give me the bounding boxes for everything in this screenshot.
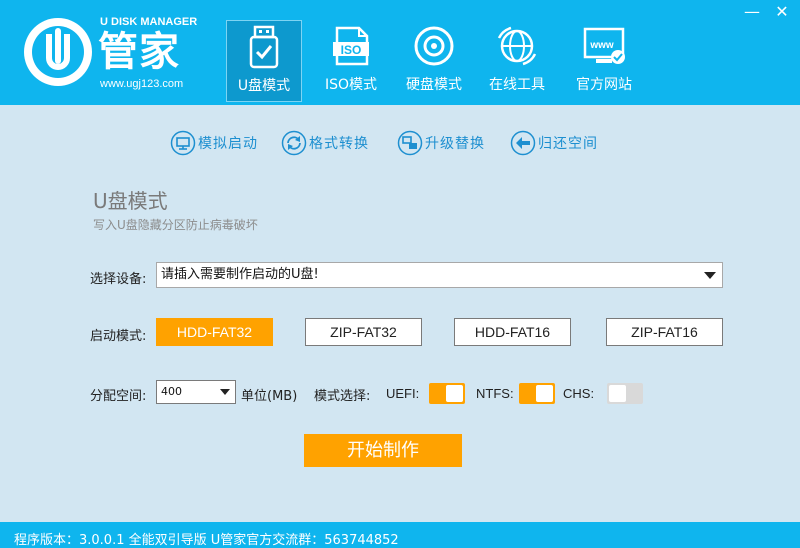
tab-label: ISO模式 — [324, 77, 378, 93]
chevron-down-icon — [704, 272, 716, 279]
brand-logo: U DISK MANAGER 管家 www.ugj123.com — [20, 14, 200, 94]
start-make-button[interactable]: 开始制作 — [304, 434, 462, 467]
svg-text:ISO: ISO — [341, 43, 362, 57]
usb-check-icon — [249, 25, 279, 69]
chevron-down-icon — [220, 389, 230, 395]
action-label: 模拟启动 — [198, 136, 258, 152]
header-bar: U DISK MANAGER 管家 www.ugj123.com U盘模式 IS… — [0, 0, 800, 105]
alloc-size-select[interactable]: 400 — [156, 380, 236, 404]
uefi-label: UEFI: — [386, 386, 420, 401]
chs-toggle[interactable] — [607, 383, 643, 404]
boot-mode-zip-fat32[interactable]: ZIP-FAT32 — [305, 318, 422, 346]
restore-space-button[interactable]: 归还空间 — [510, 128, 598, 158]
section-title: U盘模式 — [93, 189, 168, 213]
boot-mode-hdd-fat32[interactable]: HDD-FAT32 — [156, 318, 273, 346]
uefi-toggle[interactable] — [429, 383, 465, 404]
chs-label: CHS: — [563, 386, 595, 401]
upgrade-replace-button[interactable]: 升级替换 — [397, 128, 485, 158]
alloc-size-value: 400 — [161, 385, 182, 398]
close-button[interactable]: ✕ — [772, 2, 792, 22]
brand-cn-name: 管家 — [98, 29, 180, 75]
device-label: 选择设备: — [90, 272, 147, 287]
www-monitor-icon: www — [583, 27, 625, 64]
mode-select-label: 模式选择: — [314, 389, 371, 404]
tab-label: U盘模式 — [237, 78, 291, 94]
tab-label: 在线工具 — [489, 77, 545, 93]
boot-mode-label: 启动模式: — [90, 329, 147, 344]
tab-hard-disk-mode[interactable]: 硬盘模式 — [400, 20, 468, 102]
tab-online-tools[interactable]: 在线工具 — [484, 20, 550, 102]
brand-url: www.ugj123.com — [100, 78, 184, 90]
device-select-value: 请插入需要制作启动的U盘! — [161, 267, 319, 282]
action-bar: 模拟启动 格式转换 升级替换 归还空间 — [0, 128, 800, 158]
swap-icon — [397, 130, 423, 156]
svg-text:www: www — [589, 40, 614, 51]
tab-official-site[interactable]: www 官方网站 — [570, 20, 638, 102]
device-select[interactable]: 请插入需要制作启动的U盘! — [156, 262, 723, 288]
disc-icon — [414, 26, 454, 66]
action-label: 归还空间 — [538, 136, 598, 152]
logo-u-badge-icon — [24, 18, 92, 86]
alloc-label: 分配空间: — [90, 389, 147, 404]
minimize-button[interactable]: — — [742, 2, 762, 22]
iso-file-icon: ISO — [333, 26, 369, 66]
ntfs-toggle[interactable] — [519, 383, 555, 404]
tab-iso-mode[interactable]: ISO ISO模式 — [318, 20, 384, 102]
tab-label: 官方网站 — [576, 77, 632, 93]
tab-u-disk-mode[interactable]: U盘模式 — [226, 20, 302, 102]
boot-mode-zip-fat16[interactable]: ZIP-FAT16 — [606, 318, 723, 346]
back-arrow-icon — [510, 130, 536, 156]
brand-en-name: U DISK MANAGER — [100, 16, 198, 28]
ntfs-label: NTFS: — [476, 386, 514, 401]
action-label: 格式转换 — [309, 136, 369, 152]
globe-icon — [497, 26, 537, 66]
tab-label: 硬盘模式 — [406, 77, 462, 93]
format-convert-button[interactable]: 格式转换 — [281, 128, 369, 158]
alloc-unit: 单位(MB) — [241, 389, 298, 404]
monitor-icon — [170, 130, 196, 156]
refresh-icon — [281, 130, 307, 156]
section-subtitle: 写入U盘隐藏分区防止病毒破坏 — [93, 218, 258, 232]
action-label: 升级替换 — [425, 136, 485, 152]
simulate-boot-button[interactable]: 模拟启动 — [170, 128, 258, 158]
boot-mode-hdd-fat16[interactable]: HDD-FAT16 — [454, 318, 571, 346]
status-bar: 程序版本：3.0.0.1 全能双引导版 U管家官方交流群：563744852 — [0, 522, 800, 548]
